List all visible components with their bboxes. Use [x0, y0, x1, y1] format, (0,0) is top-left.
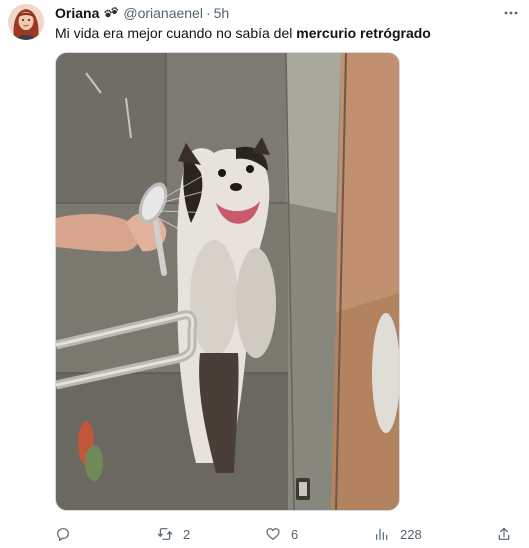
timestamp[interactable]: 5h — [214, 5, 230, 21]
user-handle[interactable]: @orianaenel — [123, 5, 203, 21]
display-name[interactable]: Oriana — [55, 5, 99, 21]
retweet-button[interactable]: 2 — [157, 524, 190, 544]
tweet-actions: 2 6 228 — [55, 524, 520, 544]
tweet-text-bold: mercurio retrógrado — [296, 25, 431, 41]
dog-in-shower-photo — [56, 53, 399, 510]
like-button[interactable]: 6 — [265, 524, 298, 544]
separator-dot: · — [205, 5, 211, 21]
more-options-button[interactable] — [501, 3, 521, 23]
reply-button[interactable] — [55, 524, 81, 544]
reply-icon — [57, 528, 69, 541]
retweet-count: 2 — [183, 526, 191, 542]
more-icon — [504, 11, 518, 15]
share-icon — [498, 527, 510, 540]
like-count: 6 — [291, 526, 299, 542]
tweet-header: Oriana @orianaenel · 5h — [55, 4, 229, 22]
heart-icon — [266, 528, 280, 540]
paw-prints-emoji-icon — [103, 6, 119, 20]
tweet-text-plain: Mi vida era mejor cuando no sabía del — [55, 25, 297, 41]
tweet-media[interactable] — [55, 52, 400, 511]
views-icon — [376, 528, 388, 540]
tweet: Oriana @orianaenel · 5h Mi vida era mejo… — [0, 0, 529, 548]
tweet-text: Mi vida era mejor cuando no sabía del me… — [55, 24, 431, 42]
avatar[interactable] — [8, 4, 44, 40]
views-count: 228 — [400, 526, 422, 542]
share-button[interactable] — [496, 524, 512, 544]
retweet-icon — [157, 528, 173, 540]
views-button[interactable]: 228 — [374, 524, 422, 544]
